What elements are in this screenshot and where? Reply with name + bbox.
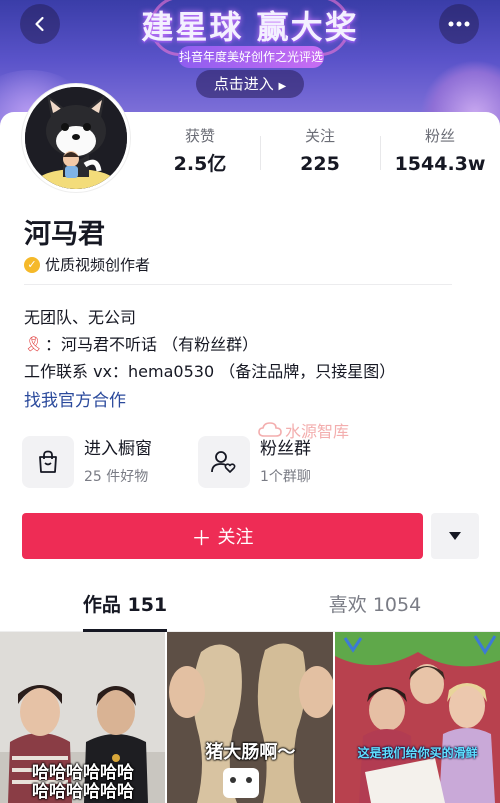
- stat-followers[interactable]: 粉丝 1544.3w: [380, 126, 500, 176]
- tab-likes[interactable]: 喜欢 1054: [250, 580, 500, 631]
- stat-label: 获赞: [184, 127, 215, 145]
- stat-value: 1544.3w: [394, 153, 486, 175]
- content-tabs: 作品 151 喜欢 1054: [0, 580, 500, 632]
- more-dots-icon: [448, 21, 470, 27]
- verification-label: 优质视频创作者: [45, 256, 151, 274]
- shortcut-subtitle: 1个群聊: [260, 469, 311, 485]
- bio-line: 🎗 ：河马君不听话 （有粉丝群）: [24, 331, 395, 358]
- bio-line: 无团队、无公司: [24, 308, 137, 327]
- profile-name: 河马君: [24, 219, 105, 250]
- banner-title: 建星球 赢大奖: [141, 8, 359, 46]
- caret-down-icon: [449, 532, 461, 540]
- verified-check-icon: ✓: [24, 256, 40, 273]
- stat-value: 2.5亿: [173, 153, 227, 175]
- recommend-dropdown-button[interactable]: [431, 513, 479, 559]
- shortcut-icon-box: [22, 436, 74, 488]
- avatar[interactable]: [22, 84, 130, 192]
- fan-group-icon: [211, 451, 236, 473]
- video-caption: 这是我们给你买的滑鲜: [357, 746, 478, 760]
- bio-line-text: ：河马君不听话 （有粉丝群）: [45, 335, 259, 354]
- banner-cta-label: 点击进入: [213, 75, 274, 93]
- video-caption: 猪大肠啊～: [205, 742, 296, 763]
- tab-works[interactable]: 作品 151: [0, 580, 250, 632]
- video-thumbnail[interactable]: 哈哈哈哈哈哈 哈哈哈哈哈哈: [0, 632, 166, 803]
- shortcut-title: 粉丝群: [260, 439, 311, 459]
- ribbon-icon: 🎗: [24, 335, 44, 353]
- stat-following[interactable]: 关注 225: [260, 126, 380, 176]
- shortcut-subtitle: 25 件好物: [84, 469, 149, 485]
- follow-button[interactable]: ＋ 关注: [22, 513, 423, 559]
- stat-value: 225: [300, 153, 340, 175]
- video-thumbnail-image: [334, 632, 500, 803]
- stat-label: 关注: [304, 127, 335, 145]
- shiba-dog-avatar-icon: [25, 87, 127, 189]
- fan-group-entry[interactable]: 粉丝群 1个群聊: [198, 434, 311, 490]
- follow-label: 关注: [217, 527, 254, 548]
- video-grid: 哈哈哈哈哈哈 哈哈哈哈哈哈 猪大肠啊～ 这是我们给你买的滑鲜: [0, 632, 500, 803]
- banner-enter-button[interactable]: 点击进入 ▶: [196, 70, 304, 98]
- shop-window-entry[interactable]: 进入橱窗 25 件好物: [22, 434, 152, 490]
- plus-icon: ＋: [191, 525, 212, 550]
- more-options-button[interactable]: [439, 4, 479, 44]
- banner-subtitle: 抖音年度美好创作之光评选: [178, 46, 324, 68]
- video-thumbnail[interactable]: 这是我们给你买的滑鲜: [334, 632, 500, 803]
- profile-stats: 获赞 2.5亿 关注 225 粉丝 1544.3w: [140, 126, 500, 176]
- back-button[interactable]: [20, 4, 60, 44]
- stat-label: 粉丝: [424, 127, 455, 145]
- shortcut-icon-box: [198, 436, 250, 488]
- shortcut-title: 进入橱窗: [84, 439, 152, 459]
- bio-line: 工作联系 vx：hema0530 （备注品牌，只接星图）: [24, 362, 396, 381]
- divider: [24, 284, 452, 285]
- profile-bio: 无团队、无公司 🎗 ：河马君不听话 （有粉丝群） 工作联系 vx：hema053…: [24, 304, 395, 385]
- video-thumbnail-image: [167, 632, 333, 803]
- play-triangle-icon: ▶: [278, 81, 287, 92]
- stat-likes[interactable]: 获赞 2.5亿: [140, 126, 260, 176]
- shopping-bag-icon: [39, 450, 57, 473]
- video-thumbnail[interactable]: 猪大肠啊～: [167, 632, 333, 803]
- verification-badge[interactable]: ✓ 优质视频创作者: [24, 254, 150, 275]
- official-cooperation-link[interactable]: 找我官方合作: [24, 386, 126, 411]
- chevron-left-icon: [35, 16, 44, 32]
- video-caption: 哈哈哈哈哈哈 哈哈哈哈哈哈: [32, 763, 134, 802]
